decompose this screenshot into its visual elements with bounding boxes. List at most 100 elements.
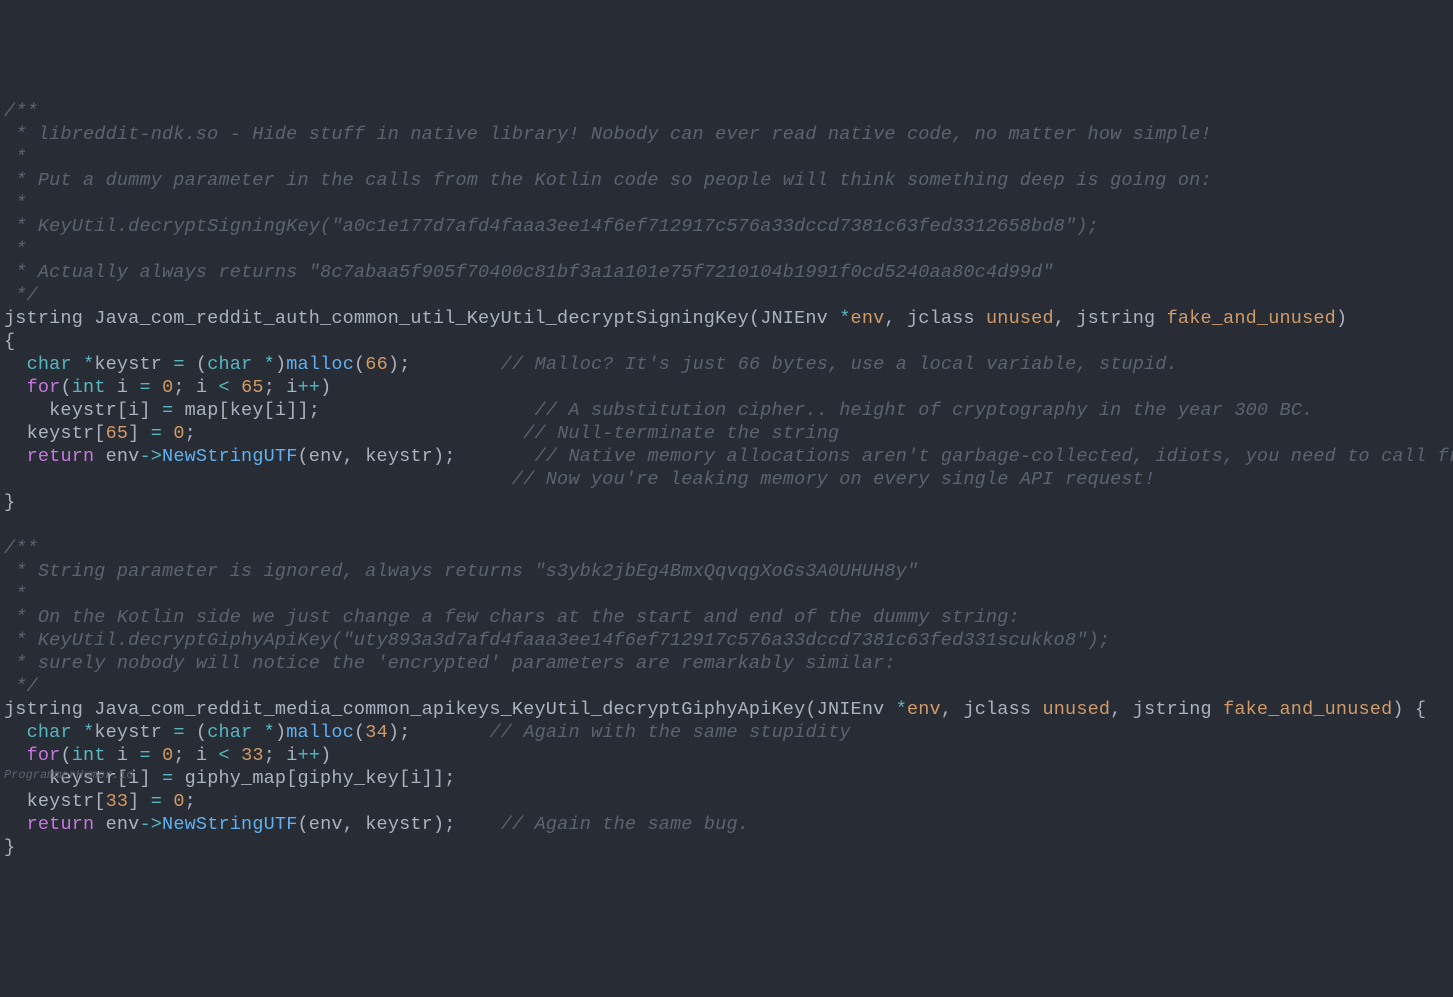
token-pun: ]]; (422, 768, 456, 789)
token-pun: ; i (264, 377, 298, 398)
token-cm: * (4, 584, 27, 605)
token-pun: ); (433, 814, 501, 835)
token-kw: return (27, 446, 95, 467)
code-line: } (4, 836, 1449, 859)
token-opc: < (219, 745, 230, 766)
token-id: jstring (4, 699, 94, 720)
token-tyc: char (207, 722, 252, 743)
token-pun: keystr[ (4, 400, 128, 421)
token-fn: Java_com_reddit_auth_common_util_KeyUtil… (94, 308, 749, 329)
token-opc: = (140, 377, 151, 398)
token-cm: // Malloc? It's just 66 bytes, use a loc… (501, 354, 1178, 375)
token-id: i (128, 400, 139, 421)
token-cm: * surely nobody will notice the 'encrypt… (4, 653, 896, 674)
token-pun: ] (128, 423, 151, 444)
token-cm: /** (4, 538, 38, 559)
code-line: */ (4, 284, 1449, 307)
token-tyc: char (207, 354, 252, 375)
token-pun: ; (185, 423, 524, 444)
token-fn: Java_com_reddit_media_common_apikeys_Key… (94, 699, 805, 720)
code-line: * surely nobody will notice the 'encrypt… (4, 652, 1449, 675)
token-pun: i (106, 745, 140, 766)
token-num: 65 (241, 377, 264, 398)
code-line: char *keystr = (char *)malloc(34); // Ag… (4, 721, 1449, 744)
token-pun: env (94, 814, 139, 835)
token-cm: * (4, 193, 27, 214)
token-opc: * (83, 722, 94, 743)
token-tyc: char (27, 354, 72, 375)
token-pun: ( (298, 446, 309, 467)
token-num: 0 (162, 377, 173, 398)
token-cm: // Again the same bug. (501, 814, 749, 835)
token-opc: ++ (298, 377, 321, 398)
token-pun: ) (320, 745, 331, 766)
token-opc: = (151, 791, 162, 812)
code-line: */ (4, 675, 1449, 698)
token-cm: */ (4, 676, 38, 697)
token-pun (4, 446, 27, 467)
token-pun: ( (298, 814, 309, 835)
token-pun (4, 354, 27, 375)
token-id: keystr (94, 354, 173, 375)
code-line: * Put a dummy parameter in the calls fro… (4, 169, 1449, 192)
token-cm: * String parameter is ignored, always re… (4, 561, 918, 582)
token-id: JNIEnv (817, 699, 896, 720)
token-pun: ) { (1392, 699, 1426, 720)
code-line: keystr[i] = giphy_map[giphy_key[i]]; (4, 767, 1449, 790)
token-id: jstring (1133, 699, 1223, 720)
token-pun (230, 377, 241, 398)
token-id: i (275, 400, 286, 421)
watermark: ProgrammerHumor.io (4, 764, 134, 787)
token-pun: ( (749, 308, 760, 329)
token-cm: // Native memory allocations aren't garb… (535, 446, 1453, 467)
token-num: 0 (162, 745, 173, 766)
token-opc: * (83, 354, 94, 375)
code-line: * String parameter is ignored, always re… (4, 560, 1449, 583)
token-prm: unused (1042, 699, 1110, 720)
token-pun: } (4, 837, 15, 858)
token-pun: ); (433, 446, 535, 467)
token-opc: = (162, 400, 173, 421)
token-pun (252, 354, 263, 375)
code-line: * libreddit-ndk.so - Hide stuff in nativ… (4, 123, 1449, 146)
token-prm: unused (986, 308, 1054, 329)
token-call: malloc (286, 722, 354, 743)
token-pun: ( (805, 699, 816, 720)
token-pun: , (343, 814, 366, 835)
token-pun (72, 722, 83, 743)
token-cm: // A substitution cipher.. height of cry… (535, 400, 1314, 421)
token-cm: */ (4, 285, 38, 306)
token-opc: = (173, 354, 184, 375)
code-line: * Actually always returns "8c7abaa5f905f… (4, 261, 1449, 284)
token-pun: ( (185, 354, 208, 375)
token-pun (230, 745, 241, 766)
token-num: 0 (173, 423, 184, 444)
token-cm: * (4, 239, 27, 260)
token-pun: { (4, 331, 15, 352)
token-num: 0 (173, 791, 184, 812)
code-line: * On the Kotlin side we just change a fe… (4, 606, 1449, 629)
token-pun (252, 722, 263, 743)
token-pun: ] (139, 400, 162, 421)
token-opc: * (896, 699, 907, 720)
token-pun: keystr[ (4, 791, 106, 812)
token-prm: env (851, 308, 885, 329)
code-line: keystr[i] = map[key[i]]; // A substituti… (4, 399, 1449, 422)
code-line: * (4, 583, 1449, 606)
token-pun: ) (1336, 308, 1347, 329)
token-pun: ; i (264, 745, 298, 766)
code-line: jstring Java_com_reddit_media_common_api… (4, 698, 1449, 721)
token-pun (4, 745, 27, 766)
token-cm: * KeyUtil.decryptSigningKey("a0c1e177d7a… (4, 216, 1099, 237)
token-num: 66 (365, 354, 388, 375)
token-pun: , (884, 308, 907, 329)
token-id: JNIEnv (760, 308, 839, 329)
token-id: keystr (94, 722, 173, 743)
token-pun: ( (354, 354, 365, 375)
token-id: jstring (1076, 308, 1166, 329)
token-cm: * libreddit-ndk.so - Hide stuff in nativ… (4, 124, 1212, 145)
token-kw: for (27, 745, 61, 766)
token-call: NewStringUTF (162, 446, 297, 467)
code-line: for(int i = 0; i < 65; i++) (4, 376, 1449, 399)
token-cm: * (4, 147, 27, 168)
